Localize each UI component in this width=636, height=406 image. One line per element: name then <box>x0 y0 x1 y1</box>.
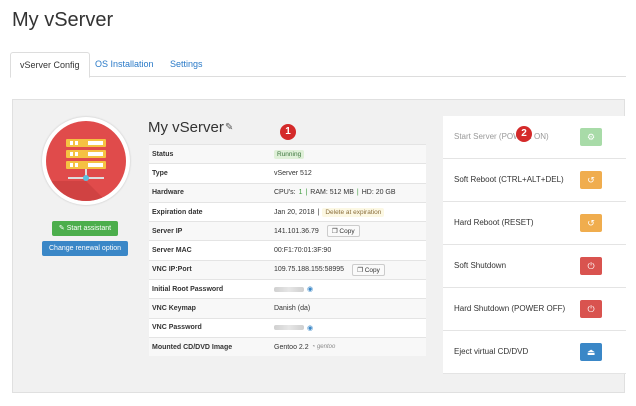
table-row: Expiration date Jan 20, 2018 | Delete at… <box>149 201 426 222</box>
power-icon[interactable]: ⏻ <box>580 300 602 318</box>
row-label: Status <box>152 150 174 158</box>
server-name: My vServer <box>148 119 224 136</box>
server-rack-icon <box>46 139 126 201</box>
marker-badge-1: 1 <box>280 124 296 140</box>
copy-icon: ❐ <box>357 266 363 274</box>
server-mac-value: 00:F1:70:01:3F:90 <box>274 247 332 255</box>
table-row: Hardware CPU's: 1 | RAM: 512 MB | HD: 20… <box>149 182 426 202</box>
hidden-password <box>274 325 304 331</box>
row-label: Server IP <box>152 227 183 235</box>
soft-reboot-action[interactable]: Soft Reboot (CTRL+ALT+DEL) ↺ <box>443 159 626 202</box>
page-title: My vServer <box>12 9 114 31</box>
gear-icon[interactable]: ⚙ <box>580 128 602 146</box>
row-label: VNC IP:Port <box>152 266 192 274</box>
expiration-value: Jan 20, 2018 <box>274 208 315 216</box>
server-ip-value: 141.101.36.79 <box>274 227 319 235</box>
tab-bar: vServer Config OS Installation Settings <box>10 52 626 78</box>
status-badge: Running <box>274 149 305 159</box>
change-renewal-button[interactable]: Change renewal option <box>42 241 128 256</box>
refresh-icon[interactable]: ↺ <box>580 214 602 232</box>
power-icon[interactable]: ⏻ <box>580 257 602 275</box>
copy-icon: ❐ <box>331 228 338 236</box>
eye-icon[interactable]: ◉ <box>307 285 313 293</box>
row-label: Hardware <box>152 189 184 197</box>
vnc-keymap-value: Danish (da) <box>274 305 311 313</box>
vserver-panel: ✎ Start assistant Change renewal option … <box>12 99 626 393</box>
type-value: vServer 512 <box>274 169 312 177</box>
hardware-value: CPU's: 1 | RAM: 512 MB | HD: 20 GB <box>274 189 396 197</box>
server-avatar <box>42 117 130 205</box>
hidden-password <box>274 286 304 292</box>
start-server-action[interactable]: Start Server (POWER ON) ⚙ <box>443 116 626 159</box>
copy-vnc-button[interactable]: ❐ Copy <box>352 263 385 276</box>
soft-shutdown-action[interactable]: Soft Shutdown ⏻ <box>443 245 626 288</box>
row-label: Server MAC <box>152 247 192 255</box>
power-actions-list: Start Server (POWER ON) ⚙ Soft Reboot (C… <box>443 116 626 374</box>
row-label: Initial Root Password <box>152 285 224 293</box>
eject-icon[interactable]: ⏏ <box>580 343 602 361</box>
pencil-icon[interactable]: ✎ <box>225 122 233 133</box>
table-row: Mounted CD/DVD Image Gentoo 2.2 ◔ gentoo <box>149 336 426 357</box>
copy-ip-button[interactable]: ❐ Copy <box>326 225 360 238</box>
tab-os-installation[interactable]: OS Installation <box>86 52 163 77</box>
marker-badge-2: 2 <box>516 126 532 142</box>
start-assistant-button[interactable]: ✎ Start assistant <box>52 221 118 236</box>
tab-settings[interactable]: Settings <box>161 52 212 77</box>
table-row: Initial Root Password ◉ <box>149 279 426 299</box>
refresh-icon[interactable]: ↺ <box>580 171 602 189</box>
eye-icon[interactable]: ◉ <box>307 324 313 332</box>
gentoo-logo: ◔ gentoo <box>311 344 336 351</box>
hard-shutdown-action[interactable]: Hard Shutdown (POWER OFF) ⏻ <box>443 288 626 331</box>
table-row: VNC IP:Port 109.75.188.155:58995 ❐ Copy <box>149 259 426 280</box>
table-row: VNC Password ◉ <box>149 317 426 337</box>
server-info-table: Status Running Type vServer 512 Hardware… <box>149 144 426 357</box>
hard-reboot-action[interactable]: Hard Reboot (RESET) ↺ <box>443 202 626 245</box>
table-row: Status Running <box>149 144 426 164</box>
table-row: Server IP 141.101.36.79 ❐ Copy <box>149 221 426 241</box>
table-row: Server MAC 00:F1:70:01:3F:90 <box>149 240 426 260</box>
row-label: Type <box>152 169 168 177</box>
delete-at-expiration-label[interactable]: Delete at expiration <box>322 207 385 217</box>
row-label: VNC Password <box>152 324 202 332</box>
row-label: VNC Keymap <box>152 305 196 313</box>
vnc-ip-value: 109.75.188.155:58995 <box>274 266 345 274</box>
tab-vserver-config[interactable]: vServer Config <box>10 52 90 78</box>
eject-cd-action[interactable]: Eject virtual CD/DVD ⏏ <box>443 331 626 374</box>
table-row: Type vServer 512 <box>149 163 426 183</box>
row-label: Mounted CD/DVD Image <box>152 343 233 351</box>
table-row: VNC Keymap Danish (da) <box>149 298 426 318</box>
row-label: Expiration date <box>152 208 203 216</box>
cd-image-value: Gentoo 2.2 <box>274 343 309 351</box>
